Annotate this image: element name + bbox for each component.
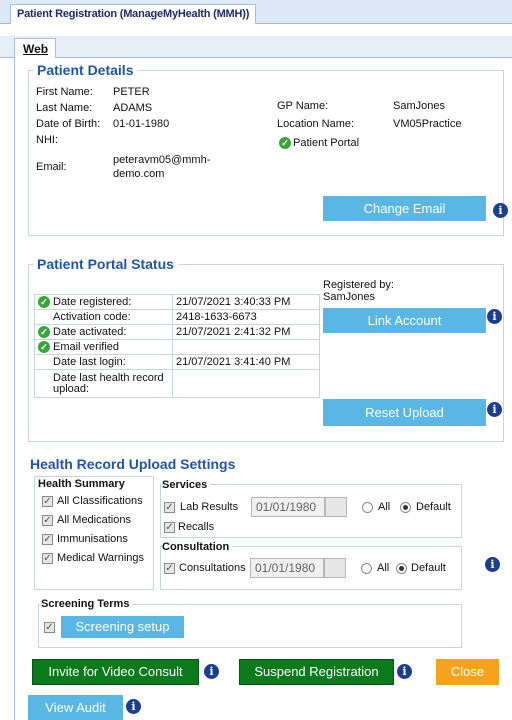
- info-icon[interactable]: i: [204, 664, 219, 679]
- status-row-label-cell: ✓ Date activated:: [34, 324, 173, 340]
- health-summary-label: Medical Warnings: [57, 552, 145, 564]
- consult-date-input[interactable]: 01/01/1980: [250, 558, 324, 578]
- status-row: ✓ Date registered: 21/07/2021 3:40:33 PM: [34, 294, 320, 310]
- status-row: ✓ Email verified: [34, 339, 320, 355]
- status-label: Date last login:: [53, 356, 126, 368]
- screening-checkbox[interactable]: ✓: [44, 622, 55, 633]
- patient-portal-label: Patient Portal: [293, 137, 360, 149]
- tab-web[interactable]: Web: [14, 38, 56, 58]
- consult-default-label: Default: [411, 562, 446, 574]
- consultation-title: Consultation: [162, 541, 233, 553]
- recalls-checkbox[interactable]: ✓: [164, 522, 175, 533]
- health-summary-checkbox[interactable]: ✓: [42, 534, 53, 545]
- health-summary-checkbox[interactable]: ✓: [42, 515, 53, 526]
- registered-by-value: SamJones: [323, 291, 375, 303]
- info-icon[interactable]: i: [397, 664, 412, 679]
- consultations-label: Consultations: [179, 562, 246, 574]
- first-name-label: First Name:: [36, 86, 93, 98]
- services-title: Services: [162, 479, 211, 491]
- gp-name-value: SamJones: [393, 100, 445, 112]
- screening-title: Screening Terms: [41, 598, 133, 610]
- reset-upload-button[interactable]: Reset Upload: [323, 399, 486, 426]
- lab-all-radio[interactable]: [362, 502, 373, 513]
- check-circle-icon: ✓: [279, 137, 291, 149]
- email-value-line1: peteravm05@mmh-: [113, 154, 211, 166]
- patient-details-title: Patient Details: [33, 62, 138, 78]
- health-summary-label: Immunisations: [57, 533, 128, 545]
- lab-all-label: All: [378, 501, 391, 513]
- status-value: [172, 339, 320, 355]
- check-circle-icon: ✓: [38, 326, 50, 339]
- email-value-line2: demo.com: [113, 168, 165, 180]
- tab-strip: [0, 36, 512, 58]
- status-row: Activation code: 2418-1633-6673: [34, 309, 320, 325]
- calendar-icon[interactable]: [325, 497, 347, 517]
- health-summary-checkbox[interactable]: ✓: [42, 496, 53, 507]
- health-summary-label: All Medications: [57, 514, 131, 526]
- lab-results-label: Lab Results: [180, 501, 239, 513]
- consult-all-radio[interactable]: [361, 563, 372, 574]
- status-value: 21/07/2021 2:41:32 PM: [172, 324, 320, 340]
- recalls-label: Recalls: [178, 521, 215, 533]
- status-label: Date last health record upload:: [53, 371, 164, 395]
- status-row-label-cell: Date last login:: [34, 354, 173, 370]
- check-circle-icon: ✓: [38, 341, 50, 354]
- info-icon[interactable]: i: [487, 309, 502, 324]
- status-row-label-cell: Date last health record upload:: [34, 369, 173, 398]
- status-label: Date activated:: [53, 325, 127, 338]
- consult-all-label: All: [377, 562, 390, 574]
- upload-settings-title: Health Record Upload Settings: [30, 456, 236, 472]
- link-account-button[interactable]: Link Account: [323, 308, 486, 333]
- nhi-label: NHI:: [36, 134, 58, 146]
- health-summary-title: Health Summary: [38, 478, 125, 490]
- portal-status-table: ✓ Date registered: 21/07/2021 3:40:33 PM Ac…: [34, 294, 320, 398]
- window-title: Patient Registration (ManageMyHealth (MM…: [10, 4, 257, 24]
- lab-default-label: Default: [416, 501, 451, 513]
- last-name-label: Last Name:: [36, 102, 93, 114]
- portal-status-title: Patient Portal Status: [33, 256, 178, 272]
- status-row: Date last login: 21/07/2021 3:41:40 PM: [34, 354, 320, 370]
- gp-name-label: GP Name:: [277, 100, 329, 112]
- status-label: Email verified: [53, 340, 120, 353]
- status-row-label-cell: ✓ Email verified: [34, 339, 173, 355]
- status-value: [172, 369, 320, 398]
- suspend-registration-button[interactable]: Suspend Registration: [239, 659, 394, 685]
- check-circle-icon: ✓: [38, 296, 50, 309]
- lab-default-radio[interactable]: [400, 502, 411, 513]
- last-name-value: ADAMS: [113, 102, 153, 114]
- lab-date-input[interactable]: 01/01/1980: [251, 497, 325, 517]
- view-audit-button[interactable]: View Audit: [28, 695, 123, 720]
- consultations-checkbox[interactable]: ✓: [164, 563, 175, 574]
- dob-label: Date of Birth:: [36, 118, 101, 130]
- change-email-button[interactable]: Change Email: [323, 196, 486, 221]
- location-name-value: VM05Practice: [393, 118, 462, 130]
- invite-video-consult-button[interactable]: Invite for Video Consult: [32, 659, 199, 685]
- info-icon[interactable]: i: [487, 402, 502, 417]
- email-label: Email:: [36, 161, 67, 173]
- calendar-icon[interactable]: [324, 558, 346, 578]
- close-button[interactable]: Close: [436, 659, 499, 685]
- registered-by-label: Registered by:: [323, 279, 394, 291]
- status-value: 21/07/2021 3:40:33 PM: [172, 294, 320, 310]
- consult-default-radio[interactable]: [396, 563, 407, 574]
- status-row: ✓ Date activated: 21/07/2021 2:41:32 PM: [34, 324, 320, 340]
- status-label: Date registered:: [53, 295, 132, 308]
- health-summary-checkbox[interactable]: ✓: [42, 553, 53, 564]
- location-name-label: Location Name:: [277, 118, 355, 130]
- status-row: Date last health record upload:: [34, 369, 320, 398]
- lab-results-checkbox[interactable]: ✓: [164, 502, 175, 513]
- info-icon[interactable]: i: [493, 203, 508, 218]
- info-icon[interactable]: i: [485, 557, 500, 572]
- screening-setup-button[interactable]: Screening setup: [61, 616, 184, 638]
- status-row-label-cell: ✓ Date registered:: [34, 294, 173, 310]
- info-icon[interactable]: i: [126, 699, 141, 714]
- dob-value: 01-01-1980: [113, 118, 170, 130]
- status-row-label-cell: Activation code:: [34, 309, 173, 325]
- status-value: 21/07/2021 3:41:40 PM: [172, 354, 320, 370]
- status-label: Activation code:: [53, 311, 131, 323]
- status-value: 2418-1633-6673: [172, 309, 320, 325]
- health-summary-label: All Classifications: [57, 495, 143, 507]
- first-name-value: PETER: [113, 86, 150, 98]
